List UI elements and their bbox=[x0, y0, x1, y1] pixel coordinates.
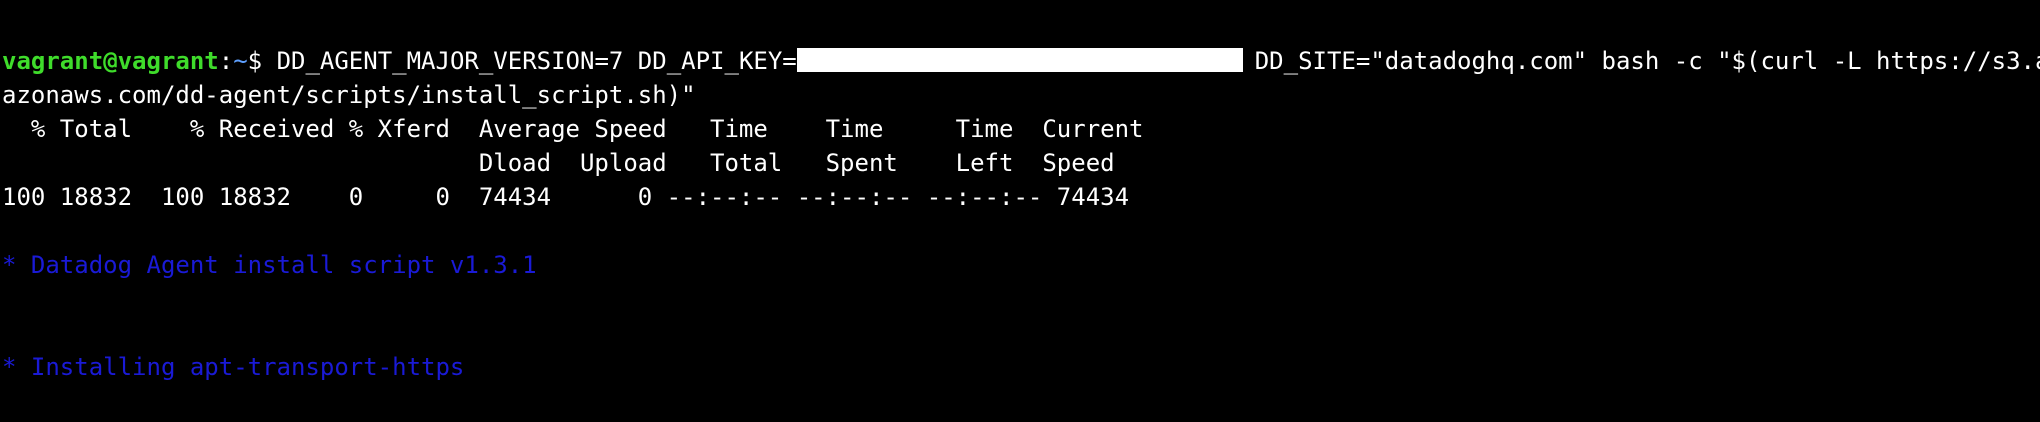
prompt-path: ~ bbox=[233, 47, 248, 75]
prompt-user-host: vagrant@vagrant bbox=[2, 47, 219, 75]
curl-header-line-2: Dload Upload Total Spent Left Speed bbox=[2, 149, 1115, 177]
curl-header-line-1: % Total % Received % Xferd Average Speed… bbox=[2, 115, 1144, 143]
curl-progress-row: 100 18832 100 18832 0 0 74434 0 --:--:--… bbox=[2, 183, 1130, 211]
command-wrap-line: azonaws.com/dd-agent/scripts/install_scr… bbox=[2, 78, 696, 112]
prompt-symbol: $ bbox=[247, 47, 277, 75]
command-text-part1: DD_AGENT_MAJOR_VERSION=7 DD_API_KEY= bbox=[276, 47, 797, 75]
redacted-api-key bbox=[796, 48, 1243, 72]
terminal-window[interactable]: vagrant@vagrant:~$ DD_AGENT_MAJOR_VERSIO… bbox=[0, 0, 2040, 422]
command-text-wrap: azonaws.com/dd-agent/scripts/install_scr… bbox=[2, 81, 696, 109]
command-line: vagrant@vagrant:~$ DD_AGENT_MAJOR_VERSIO… bbox=[2, 44, 2040, 78]
installing-package-message: * Installing apt-transport-https bbox=[2, 353, 465, 381]
prompt-separator: : bbox=[218, 47, 234, 75]
command-text-part2: DD_SITE="datadoghq.com" bash -c "$(curl … bbox=[1254, 47, 2040, 75]
install-script-version-message: * Datadog Agent install script v1.3.1 bbox=[2, 251, 537, 279]
